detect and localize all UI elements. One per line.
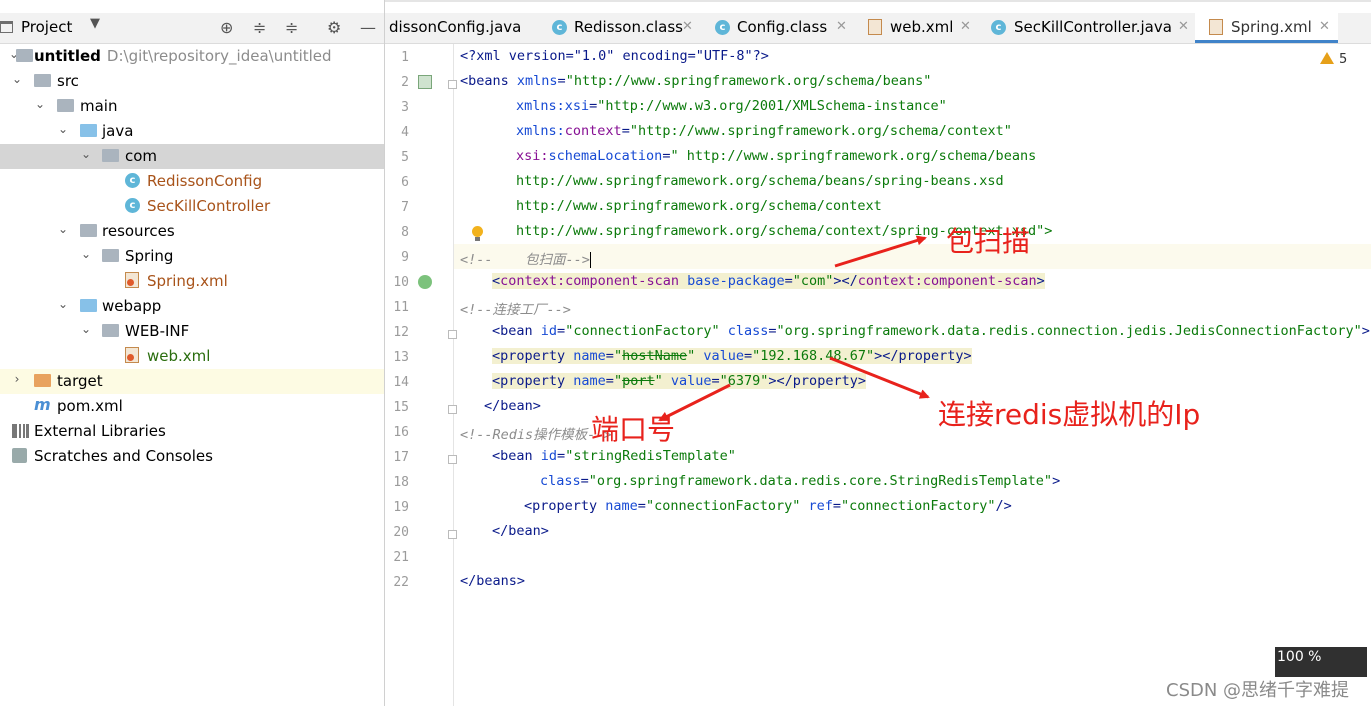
annotation-redis-ip: 连接redis虚拟机的Ip — [938, 398, 1201, 431]
arrow-redis-ip — [829, 356, 930, 399]
arrow-package-scan — [834, 235, 927, 268]
zoom-indicator: 100 % — [1275, 647, 1367, 677]
watermark: CSDN @思绪千字难提 — [1166, 680, 1350, 701]
annotation-package-scan: 包扫描 — [946, 225, 1031, 258]
annotation-port: 端口号 — [591, 413, 676, 446]
annotation-arrows — [658, 235, 930, 422]
